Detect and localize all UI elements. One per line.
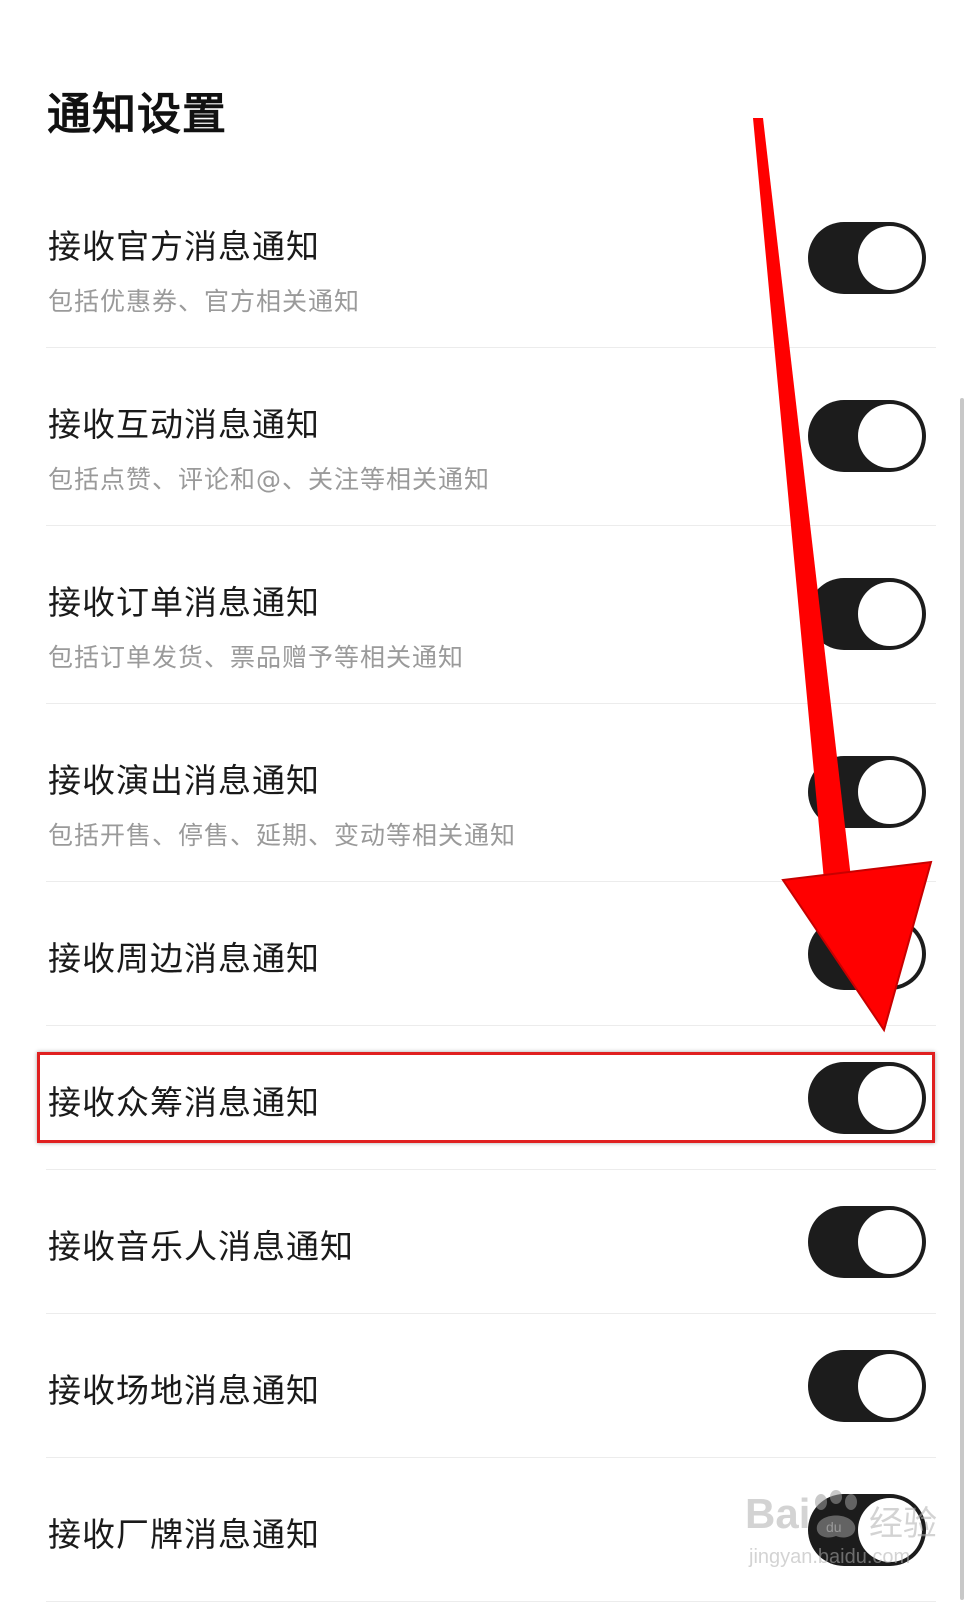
toggle-knob (858, 226, 922, 290)
setting-label: 接收互动消息通知 (48, 405, 320, 444)
toggle-knob (858, 760, 922, 824)
setting-label: 接收音乐人消息通知 (48, 1227, 354, 1266)
setting-description: 包括点赞、评论和@、关注等相关通知 (48, 465, 491, 494)
watermark-site: jingyan.baidu.com (749, 1546, 911, 1568)
setting-description: 包括开售、停售、延期、变动等相关通知 (48, 821, 517, 850)
toggle-knob (858, 404, 922, 468)
interaction-toggle[interactable] (808, 400, 926, 472)
setting-row-order: 接收订单消息通知 包括订单发货、票品赠予等相关通知 (46, 526, 936, 704)
setting-row-performance: 接收演出消息通知 包括开售、停售、延期、变动等相关通知 (46, 704, 936, 882)
order-toggle[interactable] (808, 578, 926, 650)
setting-label: 接收场地消息通知 (48, 1371, 320, 1410)
baidu-watermark: Bai du 经验 jingyan.baidu.com (745, 1490, 955, 1590)
watermark-brand: Bai (745, 1490, 811, 1537)
toggle-knob (858, 1354, 922, 1418)
page-title: 通知设置 (47, 89, 227, 140)
watermark-suffix: 经验 (869, 1504, 937, 1544)
setting-description: 包括优惠券、官方相关通知 (48, 287, 361, 316)
scrollbar[interactable] (960, 398, 964, 1600)
setting-row-musician: 接收音乐人消息通知 (46, 1170, 936, 1314)
setting-label: 接收订单消息通知 (48, 583, 320, 622)
highlight-box (37, 1052, 935, 1143)
setting-row-venue: 接收场地消息通知 (46, 1314, 936, 1458)
official-toggle[interactable] (808, 222, 926, 294)
setting-row-merch: 接收周边消息通知 (46, 882, 936, 1026)
merch-toggle[interactable] (808, 918, 926, 990)
setting-row-interaction: 接收互动消息通知 包括点赞、评论和@、关注等相关通知 (46, 348, 936, 526)
setting-label: 接收官方消息通知 (48, 227, 320, 266)
venue-toggle[interactable] (808, 1350, 926, 1422)
musician-toggle[interactable] (808, 1206, 926, 1278)
setting-label: 接收厂牌消息通知 (48, 1515, 320, 1554)
setting-label: 接收周边消息通知 (48, 939, 320, 978)
setting-description: 包括订单发货、票品赠予等相关通知 (48, 643, 465, 672)
performance-toggle[interactable] (808, 756, 926, 828)
paw-icon: du (815, 1490, 857, 1538)
settings-list: 接收官方消息通知 包括优惠券、官方相关通知 接收互动消息通知 包括点赞、评论和@… (0, 170, 969, 1602)
toggle-knob (858, 582, 922, 646)
setting-label: 接收演出消息通知 (48, 761, 320, 800)
setting-row-official: 接收官方消息通知 包括优惠券、官方相关通知 (46, 170, 936, 348)
toggle-knob (858, 922, 922, 986)
svg-text:du: du (826, 1519, 842, 1535)
toggle-knob (858, 1210, 922, 1274)
